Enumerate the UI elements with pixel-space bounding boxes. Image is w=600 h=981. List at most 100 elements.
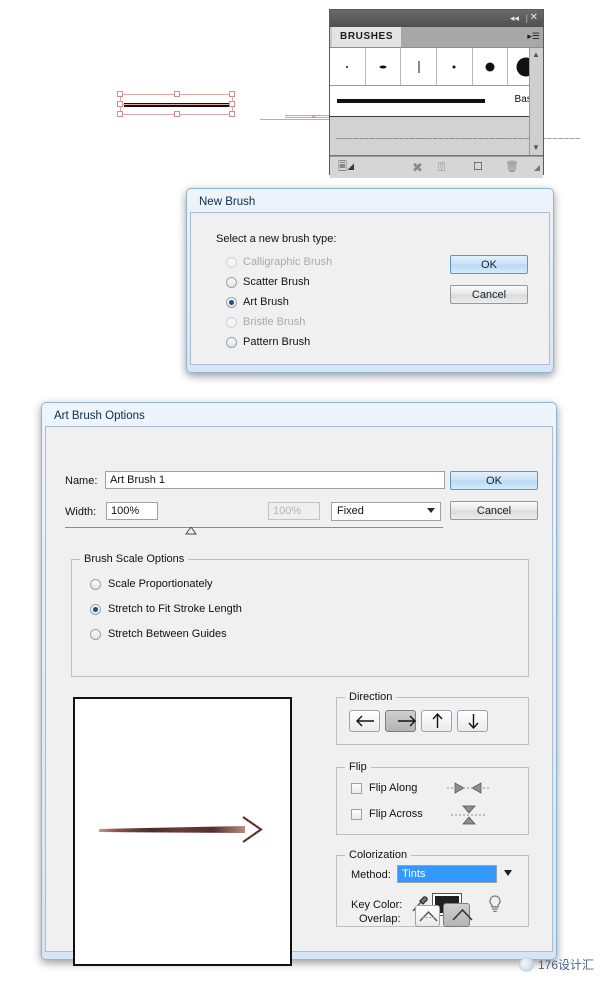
art-brush-ok-button[interactable]: OK <box>450 471 538 490</box>
selection-handle[interactable] <box>117 111 123 117</box>
arrow-down-icon <box>468 714 479 730</box>
selection-handle[interactable] <box>229 101 235 107</box>
watermark-badge-icon <box>518 957 534 972</box>
basic-stroke-preview <box>337 99 485 103</box>
radio-scatter-brush[interactable] <box>226 277 237 288</box>
flip-along-checkbox[interactable] <box>351 783 362 794</box>
new-brush-icon[interactable]: ☐ <box>473 160 483 175</box>
label-scale-proportionately[interactable]: Scale Proportionately <box>108 578 213 590</box>
overlap-not-allowed-icon <box>452 908 473 921</box>
overlap-allowed-icon <box>419 910 438 922</box>
scroll-down-arrow-icon[interactable]: ▼ <box>532 144 540 152</box>
label-stretch-to-fit[interactable]: Stretch to Fit Stroke Length <box>108 603 242 615</box>
width-value-input[interactable]: 100% <box>106 502 158 520</box>
brush-preview-panel <box>73 697 292 966</box>
new-brush-ok-button[interactable]: OK <box>450 255 528 274</box>
radio-pattern-brush[interactable] <box>226 337 237 348</box>
radio-calligraphic-brush <box>226 257 237 268</box>
close-icon[interactable]: ✕ <box>530 12 538 24</box>
new-brush-dialog-body: Select a new brush type: Calligraphic Br… <box>190 212 550 365</box>
direction-down-button[interactable] <box>457 710 488 732</box>
label-pattern-brush[interactable]: Pattern Brush <box>243 336 310 348</box>
brush-name-input[interactable]: Art Brush 1 <box>105 471 445 489</box>
radio-scale-proportionately[interactable] <box>90 579 101 590</box>
brush-item-basic[interactable]: Basic <box>330 86 543 117</box>
brush-swatch-dot-medium[interactable] <box>472 48 509 85</box>
overlap-allowed-button[interactable] <box>415 905 440 927</box>
width-label: Width: <box>65 506 97 518</box>
flip-along-label[interactable]: Flip Along <box>369 782 417 794</box>
flip-across-checkbox[interactable] <box>351 809 362 820</box>
label-art-brush[interactable]: Art Brush <box>243 296 289 308</box>
direction-up-button[interactable] <box>421 710 452 732</box>
colorization-method-select[interactable]: Tints <box>397 865 497 883</box>
scroll-up-arrow-icon[interactable]: ▲ <box>532 51 540 59</box>
label-bristle-brush: Bristle Brush <box>243 316 306 328</box>
radio-stretch-to-fit[interactable] <box>90 604 101 615</box>
art-brush-options-body: Name: Art Brush 1 Width: 100% 100% Fixed… <box>45 426 553 966</box>
brushes-panel: ◂◂ | ✕ BRUSHES ▸☰ Basic ~~~~~~~~~~~~~~~~… <box>329 9 581 178</box>
brushes-panel-titlebar: ◂◂ | ✕ <box>330 10 543 27</box>
secondary-path-handle[interactable] <box>312 115 315 118</box>
panel-menu-icon[interactable]: ▸☰ <box>527 31 540 41</box>
overlap-label: Overlap: <box>359 913 401 925</box>
direction-left-button[interactable] <box>349 710 380 732</box>
colorization-legend: Colorization <box>345 849 412 861</box>
art-brush-options-title: Art Brush Options <box>54 410 145 422</box>
delete-brush-icon[interactable]: 🗑 <box>505 160 519 175</box>
watermark: 176设计汇 <box>518 956 594 973</box>
brushes-panel-scrollbar[interactable]: ▲ ▼ <box>529 48 543 155</box>
brushes-panel-footer: 🗏◢ ✖ ⍔ ☐ 🗑 ◢ <box>330 156 543 178</box>
width-slider-track[interactable] <box>65 527 443 528</box>
brush-preview-stroke <box>99 816 263 843</box>
collapse-double-arrow-icon[interactable]: ◂◂ <box>510 12 519 24</box>
flip-legend: Flip <box>345 761 371 773</box>
resize-grip-icon[interactable]: ◢ <box>534 160 540 175</box>
width-mode-select[interactable]: Fixed <box>331 502 441 521</box>
options-of-selected-object-icon[interactable]: ⍔ <box>438 160 445 175</box>
brushes-panel-body: Basic ~~~~~~~~~~~~~~~~~~~~~~~~~~~~~~~~~~… <box>330 48 581 156</box>
width-slider-thumb[interactable] <box>185 527 197 535</box>
chevron-down-icon[interactable] <box>504 870 512 876</box>
arrow-right-icon <box>398 715 416 727</box>
art-brush-options-dialog: Art Brush Options Name: Art Brush 1 Widt… <box>41 402 557 966</box>
remove-brush-link-icon[interactable]: ✖ <box>412 160 423 175</box>
brush-swatch-thin-line[interactable] <box>401 48 438 85</box>
radio-art-brush[interactable] <box>226 297 237 308</box>
selection-handle[interactable] <box>174 111 180 117</box>
selection-midline <box>120 104 233 105</box>
selection-handle[interactable] <box>117 101 123 107</box>
label-calligraphic-brush: Calligraphic Brush <box>243 256 333 268</box>
width-mode-value: Fixed <box>337 505 364 517</box>
brush-item-art-preview[interactable]: ~~~~~~~~~~~~~~~~~~~~~~~~~~~~~~~~~~~~~~~~… <box>330 117 581 155</box>
arrow-up-icon <box>432 712 443 728</box>
key-color-label: Key Color: <box>351 899 403 911</box>
brush-scale-options-legend: Brush Scale Options <box>80 553 189 565</box>
direction-right-button[interactable] <box>385 710 416 732</box>
chevron-down-icon <box>427 508 435 513</box>
selection-handle[interactable] <box>117 91 123 97</box>
lightbulb-tips-icon[interactable] <box>485 893 505 915</box>
brush-swatch-oval-small[interactable] <box>365 48 402 85</box>
flip-along-icon <box>447 782 489 794</box>
label-scatter-brush[interactable]: Scatter Brush <box>243 276 310 288</box>
brushes-panel-tabrow: BRUSHES ▸☰ <box>330 27 543 48</box>
brush-swatch-dot-tiny[interactable] <box>330 48 366 85</box>
arrow-left-icon <box>356 715 374 727</box>
new-brush-cancel-button[interactable]: Cancel <box>450 285 528 304</box>
overlap-not-allowed-button[interactable] <box>443 903 473 927</box>
label-stretch-between-guides[interactable]: Stretch Between Guides <box>108 628 227 640</box>
selection-handle[interactable] <box>229 111 235 117</box>
brush-libraries-icon[interactable]: 🗏◢ <box>338 160 355 175</box>
brush-swatch-dot-small[interactable] <box>437 48 473 85</box>
tab-brushes[interactable]: BRUSHES <box>332 27 402 47</box>
method-label: Method: <box>351 869 391 881</box>
colorization-method-value: Tints <box>398 866 496 882</box>
selection-handle[interactable] <box>174 91 180 97</box>
flip-group: Flip Flip Along Flip Across <box>336 761 529 835</box>
flip-across-label[interactable]: Flip Across <box>369 808 423 820</box>
art-brush-cancel-button[interactable]: Cancel <box>450 501 538 520</box>
brush-scale-options-group: Brush Scale Options Scale Proportionatel… <box>71 553 529 677</box>
selection-handle[interactable] <box>229 91 235 97</box>
radio-stretch-between-guides[interactable] <box>90 629 101 640</box>
